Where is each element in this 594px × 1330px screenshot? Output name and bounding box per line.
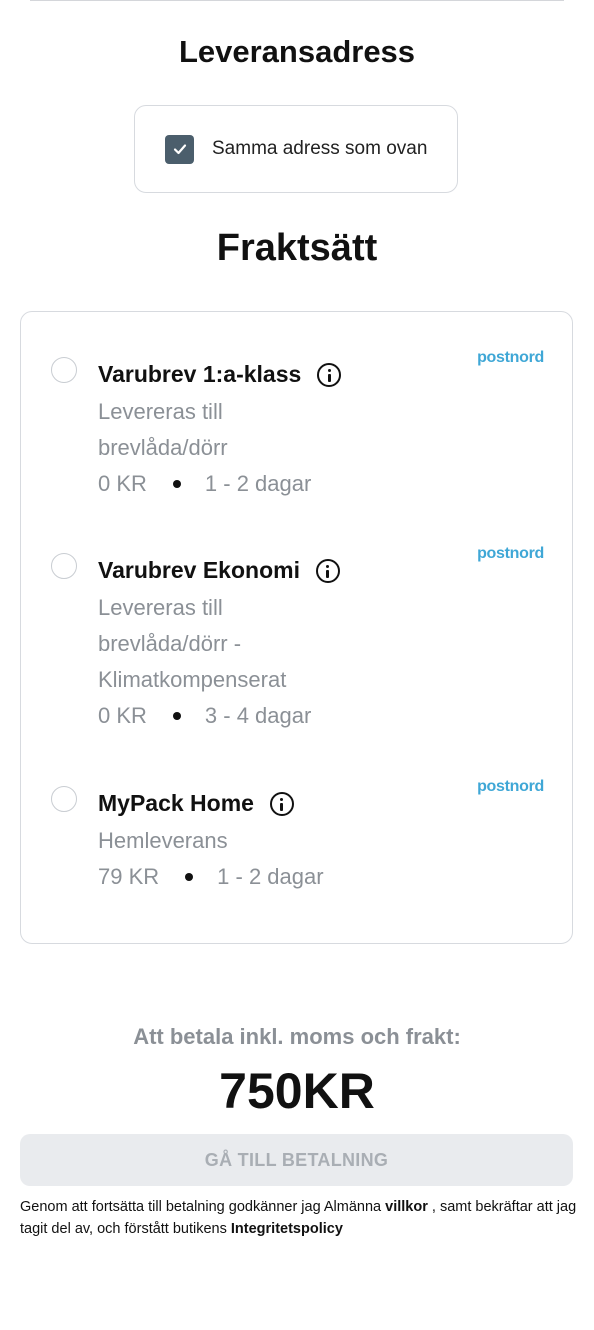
shipping-option-meta: 0 KR 1 - 2 dagar [98, 471, 311, 497]
bullet-dot [172, 712, 181, 720]
postnord-logo: postnord [477, 349, 544, 366]
shipping-price: 0 KR [98, 471, 147, 496]
delivery-time: 3 - 4 dagar [204, 703, 312, 728]
shipping-radio[interactable] [51, 553, 77, 579]
delivery-address-title: Leveransadress [178, 34, 416, 69]
delivery-time: 1 - 2 dagar [217, 864, 324, 889]
info-icon[interactable] [315, 558, 340, 583]
desc-line: Levereras till [98, 399, 223, 424]
terms-text-part: Genom att fortsätta till betalning godkä… [20, 1199, 386, 1215]
desc-line: Levereras till [98, 595, 223, 620]
bullet-dot [172, 480, 181, 488]
same-address-toggle[interactable]: Samma adress som ovan [134, 105, 458, 193]
postnord-logo: postnord [477, 778, 544, 795]
info-icon[interactable] [269, 791, 294, 816]
shipping-method-title: Fraktsätt [216, 227, 378, 269]
shipping-option-name: MyPack Home [98, 790, 254, 816]
shipping-radio[interactable] [51, 786, 77, 812]
privacy-policy-link[interactable]: Integritetspolicy [231, 1221, 343, 1237]
shipping-radio[interactable] [51, 357, 77, 383]
same-address-checkbox[interactable] [165, 134, 194, 164]
shipping-option-name: Varubrev 1:a-klass [98, 361, 302, 387]
delivery-time: 1 - 2 dagar [204, 471, 312, 496]
shipping-price: 0 KR [98, 703, 147, 728]
check-icon [173, 144, 186, 155]
postnord-logo: postnord [477, 545, 544, 562]
shipping-option-name: Varubrev Ekonomi [98, 557, 300, 583]
shipping-option-description: Levereras till brevlåda/dörr - Klimatkom… [98, 590, 298, 698]
total-amount: 750KR [219, 1063, 375, 1119]
top-divider [30, 0, 564, 1]
desc-line: Klimatkompenserat [98, 667, 287, 692]
shipping-option-meta: 0 KR 3 - 4 dagar [98, 703, 311, 729]
shipping-option-description: Levereras till brevlåda/dörr [98, 394, 298, 466]
desc-line: Hemleverans [98, 828, 228, 853]
shipping-price: 79 KR [98, 864, 160, 889]
terms-text: Genom att fortsätta till betalning godkä… [20, 1196, 580, 1240]
desc-line: brevlåda/dörr [98, 435, 228, 460]
shipping-option-description: Hemleverans [98, 823, 298, 859]
same-address-label: Samma adress som ovan [212, 138, 428, 159]
bullet-dot [185, 873, 194, 881]
shipping-options-card: Varubrev 1:a-klass postnord Levereras ti… [20, 311, 573, 944]
info-icon[interactable] [317, 362, 342, 387]
go-to-payment-button[interactable]: GÅ TILL BETALNING [20, 1134, 573, 1186]
shipping-option-meta: 79 KR 1 - 2 dagar [98, 864, 324, 890]
total-label: Att betala inkl. moms och frakt: [133, 1024, 461, 1049]
desc-line: brevlåda/dörr - [98, 631, 242, 656]
terms-link[interactable]: villkor [385, 1199, 428, 1215]
